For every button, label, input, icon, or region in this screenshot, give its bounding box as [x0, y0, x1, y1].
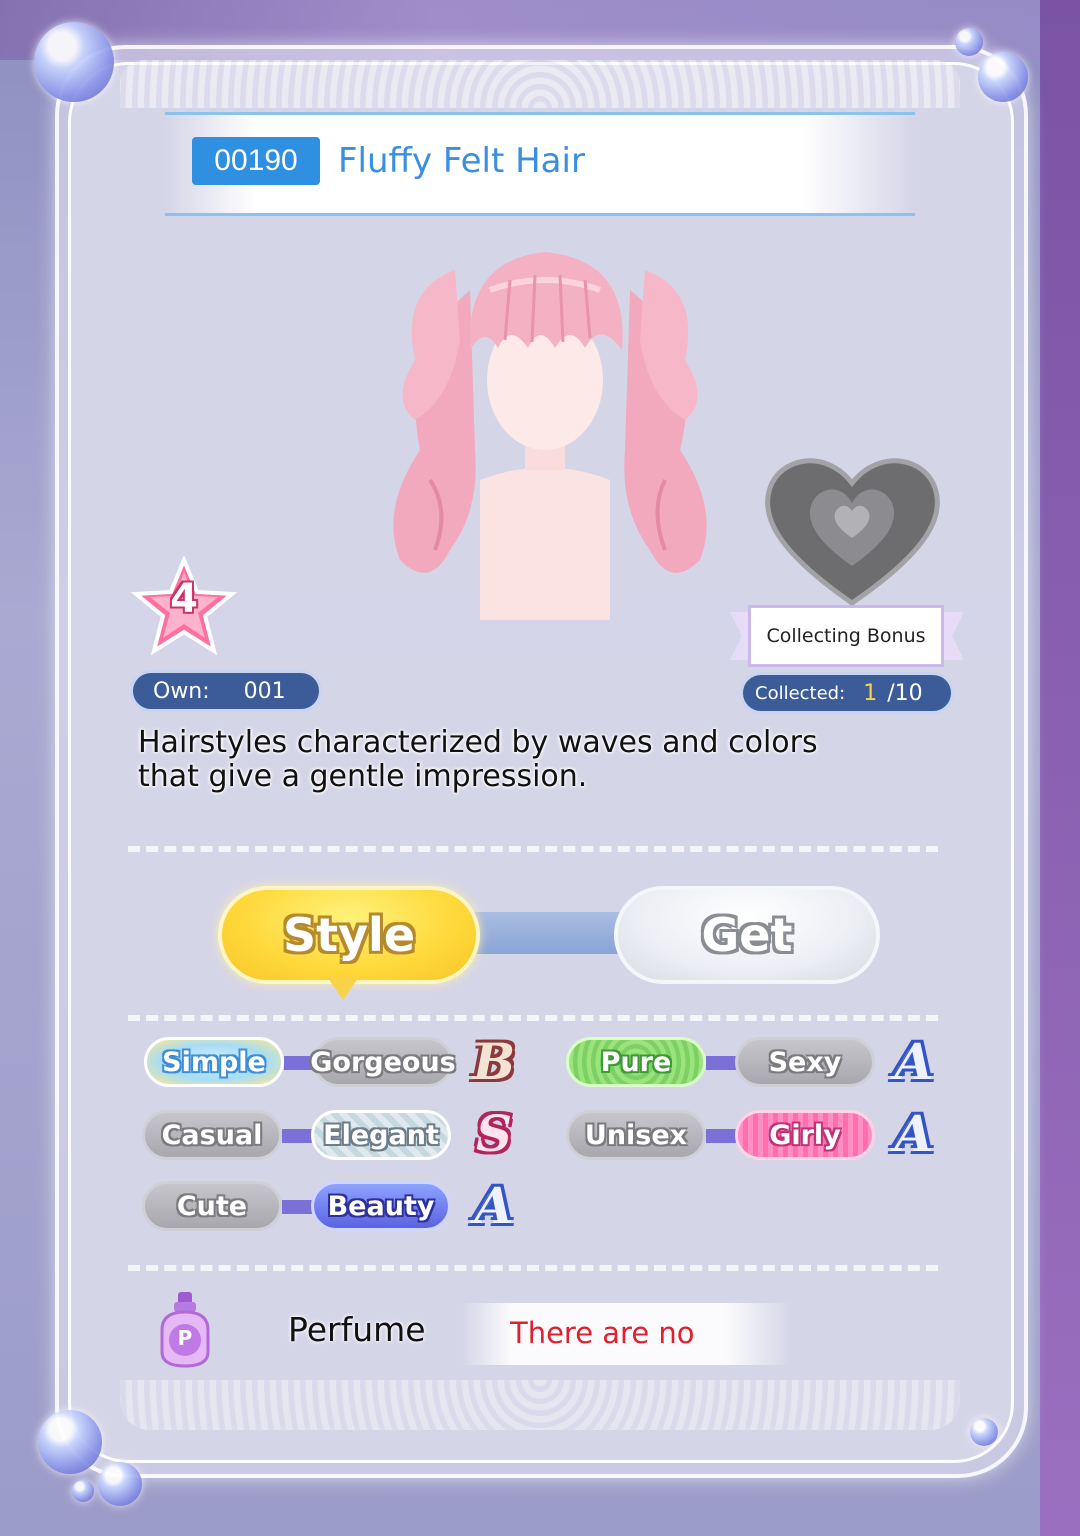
attribute-sexy: Sexy [735, 1037, 875, 1087]
divider [128, 846, 938, 852]
rank-badge: A [894, 1032, 934, 1091]
heart-icon[interactable] [760, 448, 945, 608]
attribute-cute: Cute [142, 1181, 282, 1231]
divider [128, 1265, 938, 1271]
tab-connector [470, 912, 630, 954]
perfume-bottle-icon: P [152, 1290, 218, 1368]
rank-badge: S [475, 1104, 513, 1163]
attribute-pure: Pure [566, 1037, 706, 1087]
attribute-gorgeous: Gorgeous [310, 1037, 456, 1087]
bubble-decoration-icon [970, 1418, 998, 1446]
hair-item-illustration [393, 252, 707, 620]
attribute-link [282, 1200, 312, 1214]
perfume-icon-letter: P [177, 1326, 193, 1350]
background-right-edge [1040, 0, 1080, 1536]
description-line-2: that give a gentle impression. [138, 759, 588, 794]
attribute-link [706, 1056, 736, 1070]
attribute-casual: Casual [142, 1110, 282, 1160]
attribute-link [282, 1129, 312, 1143]
perfume-label: Perfume [288, 1310, 426, 1349]
rank-badge: A [894, 1104, 934, 1163]
perfume-value: There are no [510, 1316, 695, 1350]
bubble-decoration-icon [978, 52, 1028, 102]
attribute-girly: Girly [735, 1110, 875, 1160]
rank-badge: B [472, 1032, 516, 1091]
item-id-badge: 00190 [192, 137, 320, 185]
own-label: Own: [153, 678, 210, 704]
attribute-elegant: Elegant [311, 1110, 451, 1160]
rank-badge: A [474, 1176, 514, 1235]
lace-decoration-top [120, 60, 960, 108]
attribute-simple: Simple [144, 1037, 284, 1087]
collected-total: /10 [887, 680, 923, 706]
description-line-1: Hairstyles characterized by waves and co… [138, 725, 818, 760]
item-name: Fluffy Felt Hair [338, 141, 585, 181]
own-count-pill: Own: 001 [130, 670, 322, 712]
tab-style[interactable]: Style [218, 886, 480, 984]
collected-count-pill: Collected: 1 /10 [740, 672, 954, 714]
attribute-beauty: Beauty [311, 1181, 451, 1231]
collected-count: 1 [863, 680, 878, 706]
item-description: Hairstyles characterized by waves and co… [138, 726, 898, 794]
collecting-bonus-label: Collecting Bonus [748, 605, 944, 667]
bubble-decoration-icon [98, 1462, 142, 1506]
collected-label: Collected: [755, 682, 846, 704]
bubble-decoration-icon [34, 22, 114, 102]
bubble-decoration-icon [955, 28, 983, 56]
divider [128, 1015, 938, 1021]
bubble-decoration-icon [72, 1480, 94, 1502]
tab-get[interactable]: Get [614, 886, 880, 984]
lace-decoration-bottom [120, 1380, 960, 1430]
own-count: 001 [243, 678, 286, 704]
rarity-star-icon: 4 [130, 554, 238, 656]
rarity-value: 4 [170, 576, 198, 622]
attribute-unisex: Unisex [566, 1110, 706, 1160]
attribute-link [706, 1129, 736, 1143]
bubble-decoration-icon [38, 1410, 102, 1474]
